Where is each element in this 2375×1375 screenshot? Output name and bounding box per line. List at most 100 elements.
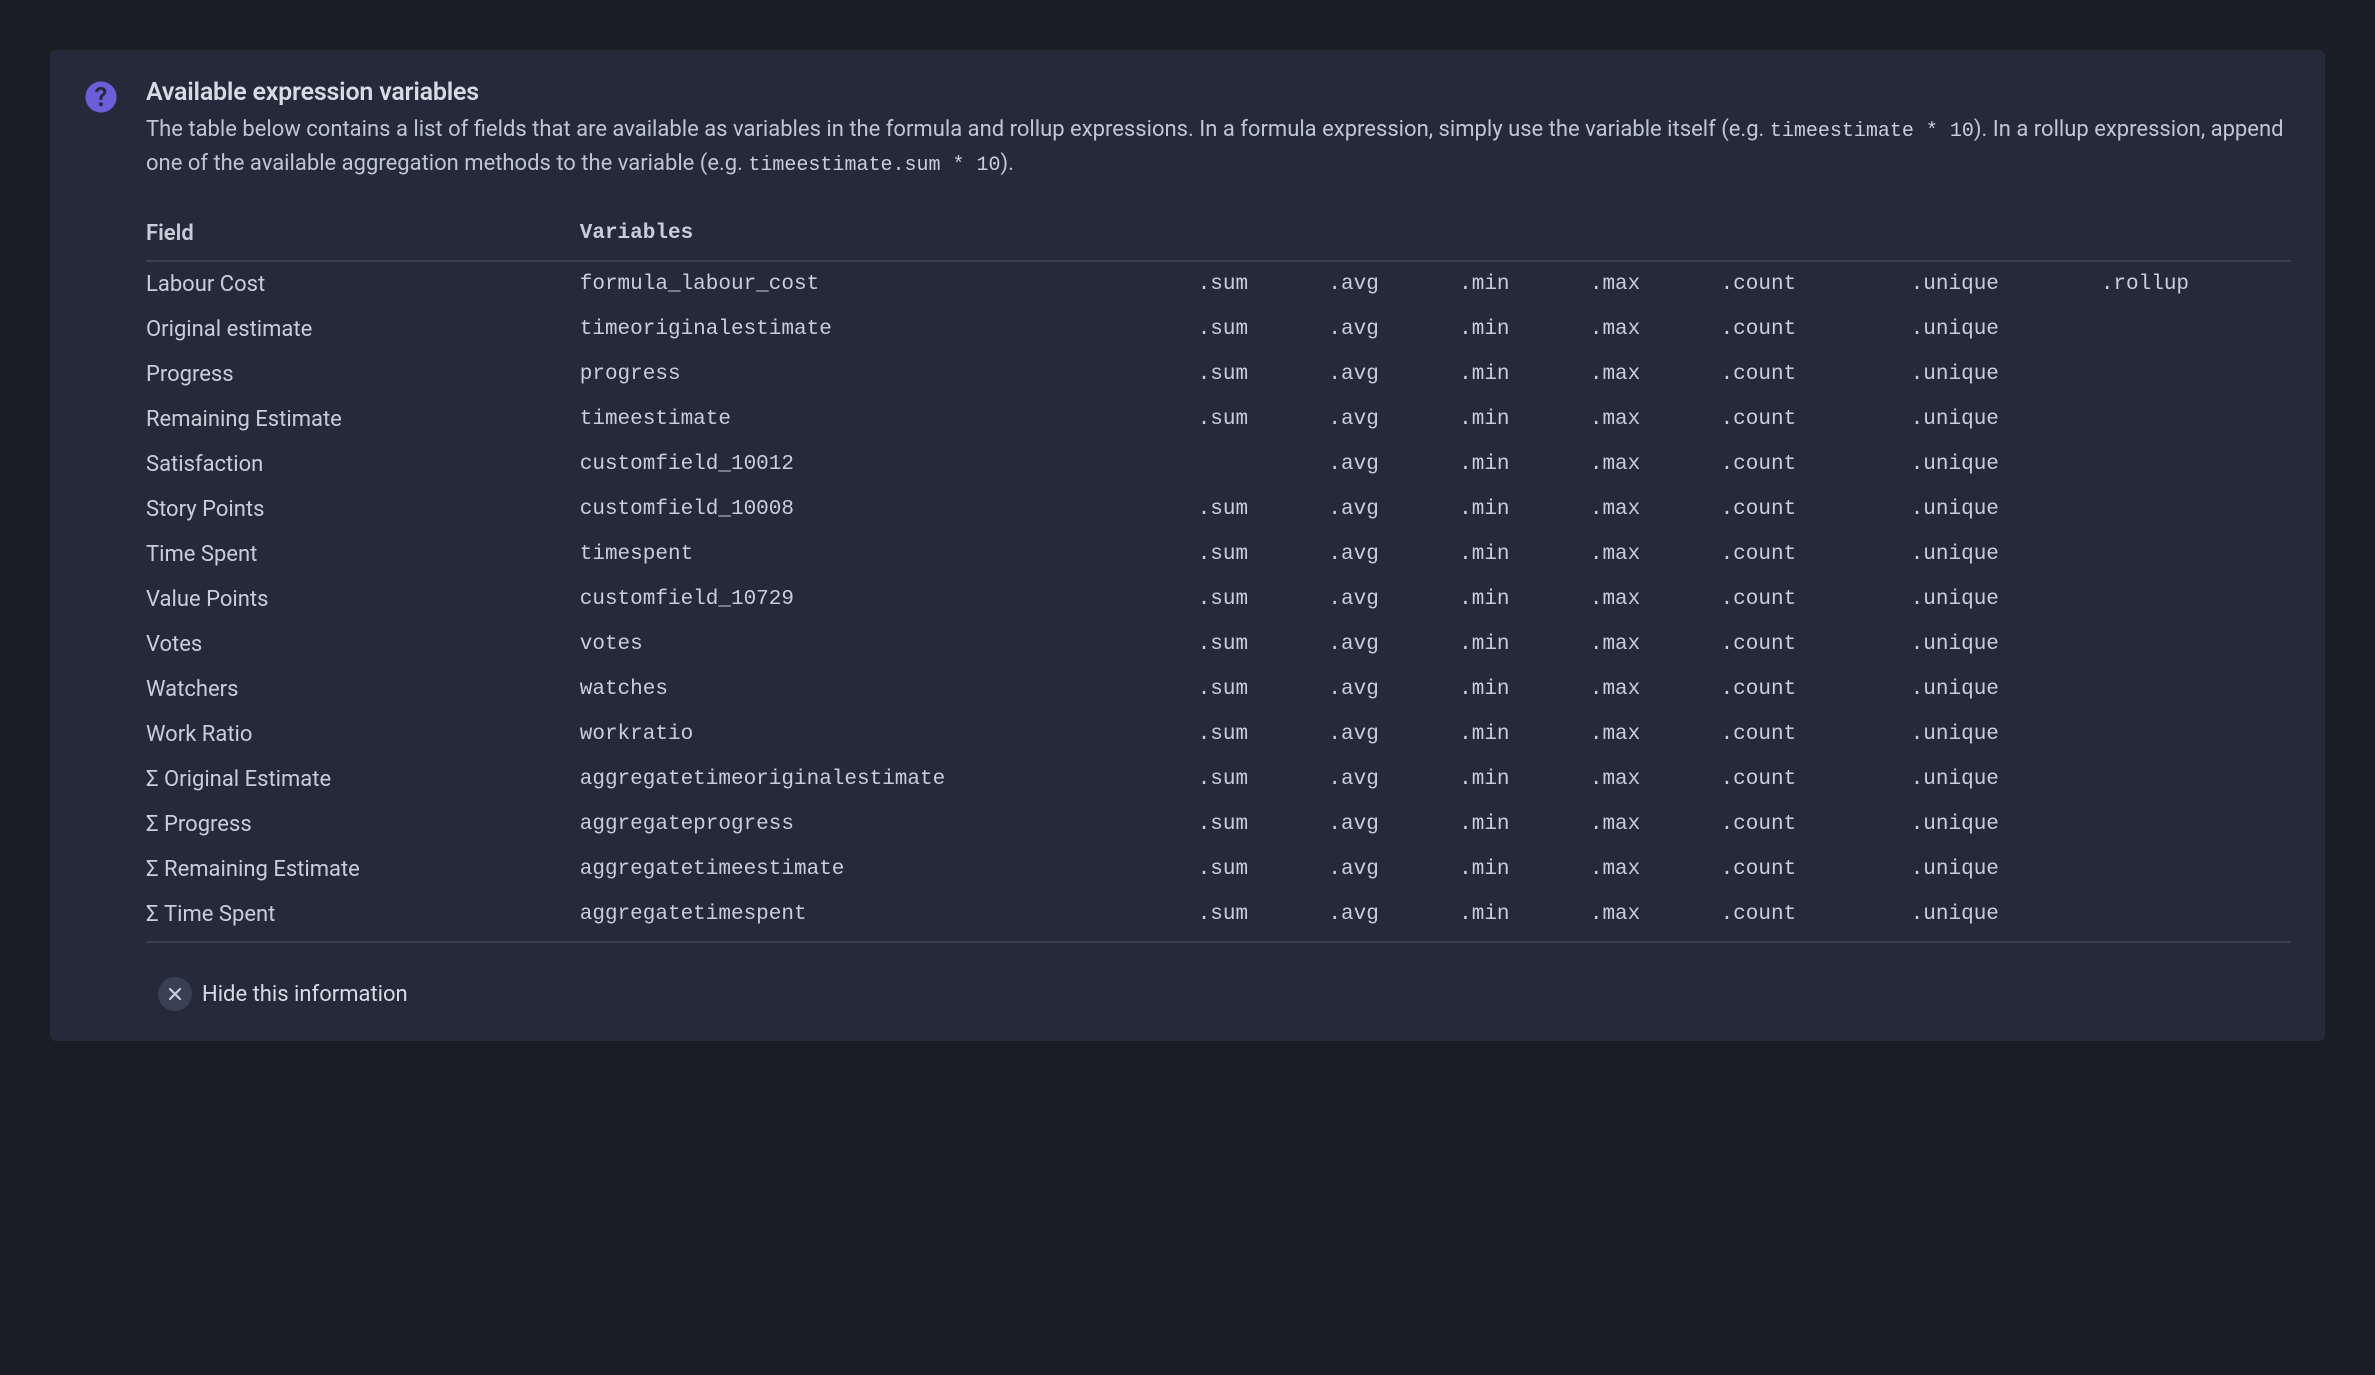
variable-name: formula_labour_cost (580, 261, 1198, 307)
field-name: Satisfaction (146, 442, 580, 487)
aggregation-method: .avg (1328, 622, 1459, 667)
aggregation-method: .count (1721, 712, 1911, 757)
aggregation-method: .sum (1198, 307, 1329, 352)
aggregation-method: .rollup (2101, 261, 2291, 307)
variable-name: aggregatetimeoriginalestimate (580, 757, 1198, 802)
aggregation-method: .count (1721, 261, 1911, 307)
variables-table: Field Variables Labour Costformula_labou… (146, 211, 2291, 943)
aggregation-method: .avg (1328, 352, 1459, 397)
field-name: Time Spent (146, 532, 580, 577)
variable-name: timeoriginalestimate (580, 307, 1198, 352)
aggregation-method (2101, 487, 2291, 532)
aggregation-method (1198, 442, 1329, 487)
aggregation-method: .unique (1911, 712, 2101, 757)
aggregation-method: .sum (1198, 667, 1329, 712)
aggregation-method: .min (1459, 757, 1590, 802)
variable-name: aggregatetimeestimate (580, 847, 1198, 892)
aggregation-method: .max (1590, 577, 1721, 622)
variable-name: customfield_10012 (580, 442, 1198, 487)
field-name: Votes (146, 622, 580, 667)
aggregation-method: .sum (1198, 802, 1329, 847)
aggregation-method (2101, 307, 2291, 352)
aggregation-method: .sum (1198, 847, 1329, 892)
help-icon (84, 80, 118, 114)
aggregation-method: .count (1721, 442, 1911, 487)
field-name: Σ Original Estimate (146, 757, 580, 802)
aggregation-method (2101, 532, 2291, 577)
field-name: Watchers (146, 667, 580, 712)
desc-code1: timeestimate * 10 (1770, 120, 1974, 143)
aggregation-method: .sum (1198, 352, 1329, 397)
aggregation-method: .max (1590, 622, 1721, 667)
aggregation-method: .avg (1328, 667, 1459, 712)
aggregation-method: .min (1459, 622, 1590, 667)
aggregation-method: .min (1459, 442, 1590, 487)
aggregation-method: .sum (1198, 712, 1329, 757)
table-row: Remaining Estimatetimeestimate.sum.avg.m… (146, 397, 2291, 442)
aggregation-method: .unique (1911, 757, 2101, 802)
aggregation-method: .avg (1328, 487, 1459, 532)
aggregation-method: .count (1721, 532, 1911, 577)
field-name: Original estimate (146, 307, 580, 352)
aggregation-method: .min (1459, 487, 1590, 532)
field-name: Progress (146, 352, 580, 397)
aggregation-method: .sum (1198, 532, 1329, 577)
aggregation-method: .unique (1911, 307, 2101, 352)
aggregation-method: .max (1590, 261, 1721, 307)
table-row: Satisfactioncustomfield_10012.avg.min.ma… (146, 442, 2291, 487)
aggregation-method: .max (1590, 892, 1721, 942)
aggregation-method: .avg (1328, 757, 1459, 802)
hide-info-button[interactable]: Hide this information (158, 977, 2291, 1011)
field-name: Work Ratio (146, 712, 580, 757)
aggregation-method: .count (1721, 847, 1911, 892)
desc-post: ). (1000, 151, 1013, 176)
aggregation-method: .count (1721, 577, 1911, 622)
aggregation-method: .min (1459, 261, 1590, 307)
aggregation-method: .max (1590, 757, 1721, 802)
aggregation-method: .unique (1911, 622, 2101, 667)
field-name: Story Points (146, 487, 580, 532)
aggregation-method: .min (1459, 667, 1590, 712)
aggregation-method: .avg (1328, 397, 1459, 442)
close-icon[interactable] (158, 977, 192, 1011)
aggregation-method: .avg (1328, 532, 1459, 577)
aggregation-method: .avg (1328, 802, 1459, 847)
aggregation-method: .avg (1328, 892, 1459, 942)
field-name: Remaining Estimate (146, 397, 580, 442)
aggregation-method: .max (1590, 487, 1721, 532)
desc-code2: timeestimate.sum * 10 (748, 154, 1000, 177)
aggregation-method: .unique (1911, 577, 2101, 622)
table-row: Votesvotes.sum.avg.min.max.count.unique (146, 622, 2291, 667)
aggregation-method: .min (1459, 802, 1590, 847)
aggregation-method (2101, 622, 2291, 667)
aggregation-method: .avg (1328, 577, 1459, 622)
aggregation-method: .max (1590, 442, 1721, 487)
aggregation-method: .min (1459, 892, 1590, 942)
aggregation-method: .max (1590, 712, 1721, 757)
hide-info-label: Hide this information (202, 982, 408, 1007)
aggregation-method: .unique (1911, 352, 2101, 397)
table-row: Work Ratioworkratio.sum.avg.min.max.coun… (146, 712, 2291, 757)
aggregation-method: .min (1459, 847, 1590, 892)
aggregation-method (2101, 802, 2291, 847)
field-name: Σ Time Spent (146, 892, 580, 942)
desc-pre: The table below contains a list of field… (146, 117, 1770, 142)
table-row: Original estimatetimeoriginalestimate.su… (146, 307, 2291, 352)
aggregation-method (2101, 352, 2291, 397)
panel-description: The table below contains a list of field… (146, 113, 2291, 181)
aggregation-method: .min (1459, 712, 1590, 757)
aggregation-method: .sum (1198, 261, 1329, 307)
variable-name: customfield_10008 (580, 487, 1198, 532)
aggregation-method: .unique (1911, 261, 2101, 307)
aggregation-method (2101, 757, 2291, 802)
variable-name: votes (580, 622, 1198, 667)
aggregation-method: .count (1721, 397, 1911, 442)
variable-name: workratio (580, 712, 1198, 757)
variable-name: aggregateprogress (580, 802, 1198, 847)
aggregation-method: .count (1721, 892, 1911, 942)
aggregation-method: .unique (1911, 532, 2101, 577)
table-row: Σ Time Spentaggregatetimespent.sum.avg.m… (146, 892, 2291, 942)
aggregation-method: .unique (1911, 442, 2101, 487)
field-name: Labour Cost (146, 261, 580, 307)
aggregation-method (2101, 577, 2291, 622)
